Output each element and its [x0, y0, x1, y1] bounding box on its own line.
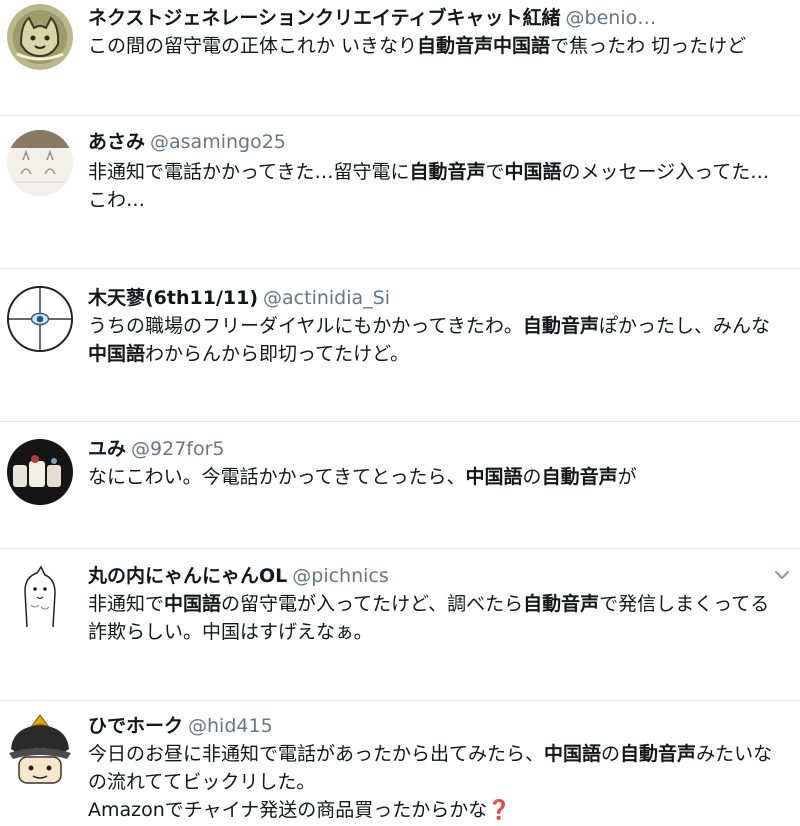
- avatar[interactable]: [7, 4, 73, 70]
- highlighted-keyword: 自動音声: [522, 315, 599, 337]
- text-run: の留守電が入ってたけど、調べたら: [221, 593, 524, 615]
- tweet-text-line: Amazonでチャイナ発送の商品買ったからかな❓: [88, 796, 788, 824]
- highlighted-keyword: 自動音声: [523, 593, 600, 615]
- highlighted-keyword: 中国語: [88, 343, 146, 365]
- tweet-text-line: 中国語わからんから即切ってたけど。: [88, 340, 788, 368]
- cat-drawing-avatar-icon: [7, 4, 73, 70]
- tweet-text: なにこわい。今電話かかってきてとったら、中国語の自動音声が: [88, 463, 788, 491]
- display-name[interactable]: 木天蓼(6th11/11): [88, 287, 258, 309]
- tweet-text: この間の留守電の正体これか いきなり自動音声中国語で焦ったわ 切ったけど: [88, 32, 788, 60]
- crosshair-eye-avatar-icon: [9, 288, 71, 350]
- display-name[interactable]: ユみ: [88, 438, 126, 460]
- user-handle[interactable]: @benio…: [566, 7, 657, 29]
- tweet-text-line: うちの職場のフリーダイヤルにもかかってきたわ。自動音声ぽかったし、みんな: [88, 312, 788, 340]
- tweet-text-line: なにこわい。今電話かかってきてとったら、中国語の自動音声が: [88, 463, 788, 491]
- user-handle[interactable]: @asamingo25: [150, 131, 286, 153]
- tweet-item[interactable]: あさみ @asamingo25 非通知で電話かかってきた…留守電に自動音声で中国語…: [0, 116, 800, 268]
- tweet-item[interactable]: 丸の内にゃんにゃんOL @pichnics 非通知で中国語の留守電が入ってたけど、…: [0, 549, 800, 700]
- tweet-item[interactable]: 木天蓼(6th11/11) @actinidia_Si うちの職場のフリーダイヤル…: [0, 269, 800, 421]
- user-handle[interactable]: @hid415: [188, 715, 273, 737]
- avatar[interactable]: [7, 130, 73, 196]
- highlighted-keyword: 自動音声: [409, 161, 486, 183]
- text-run: こわ…: [88, 189, 146, 211]
- tweet-text: うちの職場のフリーダイヤルにもかかってきたわ。自動音声ぽかったし、みんな 中国語わ…: [88, 312, 788, 368]
- highlighted-keyword: 中国語: [504, 161, 562, 183]
- text-run: の: [601, 743, 621, 765]
- text-run: 非通知で: [88, 593, 165, 615]
- display-name[interactable]: ネクストジェネレーションクリエイティブキャット紅緒: [88, 7, 561, 29]
- tweet-text-line: この間の留守電の正体これか いきなり自動音声中国語で焦ったわ 切ったけど: [88, 32, 788, 60]
- highlighted-keyword: 自動音声: [620, 743, 697, 765]
- tweet-text: 非通知で中国語の留守電が入ってたけど、調べたら自動音声で発信しまくってる詐欺らし…: [88, 590, 788, 646]
- tweet-text-line: 非通知で電話かかってきた…留守電に自動音声で中国語のメッセージ入ってた…: [88, 158, 788, 186]
- avatar[interactable]: [5, 713, 75, 785]
- avatar[interactable]: [7, 286, 73, 352]
- display-name[interactable]: あさみ: [88, 131, 145, 153]
- tweet-header: ネクストジェネレーションクリエイティブキャット紅緒 @benio…: [88, 6, 656, 30]
- tweet-header: 丸の内にゃんにゃんOL @pichnics: [88, 564, 389, 588]
- highlighted-keyword: 自動音声中国語: [417, 35, 551, 57]
- text-run: わからんから即切ってたけど。: [145, 343, 410, 365]
- text-run: みたいな: [696, 743, 773, 765]
- text-run: で発信しまくってる: [599, 593, 770, 615]
- text-run: 今日のお昼に非通知で電話があったから出てみたら、: [88, 743, 545, 765]
- tweet-item[interactable]: ユみ @927for5 なにこわい。今電話かかってきてとったら、中国語の自動音声が: [0, 422, 800, 548]
- tweet-text: 非通知で電話かかってきた…留守電に自動音声で中国語のメッセージ入ってた… こわ…: [88, 158, 788, 214]
- photo-avatar-icon: [7, 439, 73, 505]
- user-handle[interactable]: @927for5: [131, 438, 224, 460]
- avatar[interactable]: [7, 439, 73, 505]
- text-run: で焦ったわ 切ったけど: [550, 35, 747, 57]
- text-run: うちの職場のフリーダイヤルにもかかってきたわ。: [88, 315, 523, 337]
- tweet-header: ユみ @927for5: [88, 437, 225, 461]
- highlighted-keyword: 中国語: [544, 743, 602, 765]
- tweet-text: 今日のお昼に非通知で電話があったから出てみたら、中国語の自動音声みたいなの流れて…: [88, 740, 788, 824]
- text-run: で: [485, 161, 505, 183]
- text-run: ぽかったし、みんな: [598, 315, 770, 337]
- question-emoji: ❓: [487, 799, 511, 821]
- tweet-header: 木天蓼(6th11/11) @actinidia_Si: [88, 286, 390, 310]
- tweet-text-line: こわ…: [88, 186, 788, 214]
- display-name[interactable]: ひでホーク: [88, 715, 183, 737]
- avatar[interactable]: [7, 563, 73, 629]
- text-run: が: [617, 466, 637, 488]
- text-run: この間の留守電の正体これか いきなり: [88, 35, 418, 57]
- user-handle[interactable]: @pichnics: [292, 565, 389, 587]
- sketch-avatar-icon: [7, 130, 73, 196]
- text-run: Amazonでチャイナ発送の商品買ったからかな: [88, 799, 488, 821]
- highlighted-keyword: 自動音声: [541, 466, 618, 488]
- user-handle[interactable]: @actinidia_Si: [263, 287, 390, 309]
- tweet-header: あさみ @asamingo25: [88, 130, 286, 154]
- chevron-down-icon[interactable]: [772, 565, 792, 585]
- display-name[interactable]: 丸の内にゃんにゃんOL: [88, 565, 287, 587]
- highlighted-keyword: 中国語: [164, 593, 222, 615]
- text-run: 詐欺らしい。中国はすげえなぁ。: [88, 621, 373, 643]
- samurai-helmet-avatar-icon: [5, 713, 75, 785]
- tweet-text-line: 非通知で中国語の留守電が入ってたけど、調べたら自動音声で発信しまくってる: [88, 590, 788, 618]
- tweet-text-line: 詐欺らしい。中国はすげえなぁ。: [88, 618, 788, 646]
- text-run: なにこわい。今電話かかってきてとったら、: [88, 466, 466, 488]
- tweet-feed: ネクストジェネレーションクリエイティブキャット紅緒 @benio… この間の留守電…: [0, 0, 800, 826]
- text-run: の流れててビックリした。: [88, 771, 316, 793]
- tweet-text-line: 今日のお昼に非通知で電話があったから出てみたら、中国語の自動音声みたいな: [88, 740, 788, 768]
- text-run: のメッセージ入ってた…: [561, 161, 770, 183]
- highlighted-keyword: 中国語: [465, 466, 523, 488]
- tweet-item[interactable]: ひでホーク @hid415 今日のお昼に非通知で電話があったから出てみたら、中国語…: [0, 701, 800, 826]
- text-run: の: [522, 466, 542, 488]
- tweet-header: ひでホーク @hid415: [88, 714, 273, 738]
- cat-doodle-avatar-icon: [7, 563, 73, 629]
- tweet-text-line: の流れててビックリした。: [88, 768, 788, 796]
- text-run: 非通知で電話かかってきた…留守電に: [88, 161, 410, 183]
- tweet-item[interactable]: ネクストジェネレーションクリエイティブキャット紅緒 @benio… この間の留守電…: [0, 0, 800, 115]
